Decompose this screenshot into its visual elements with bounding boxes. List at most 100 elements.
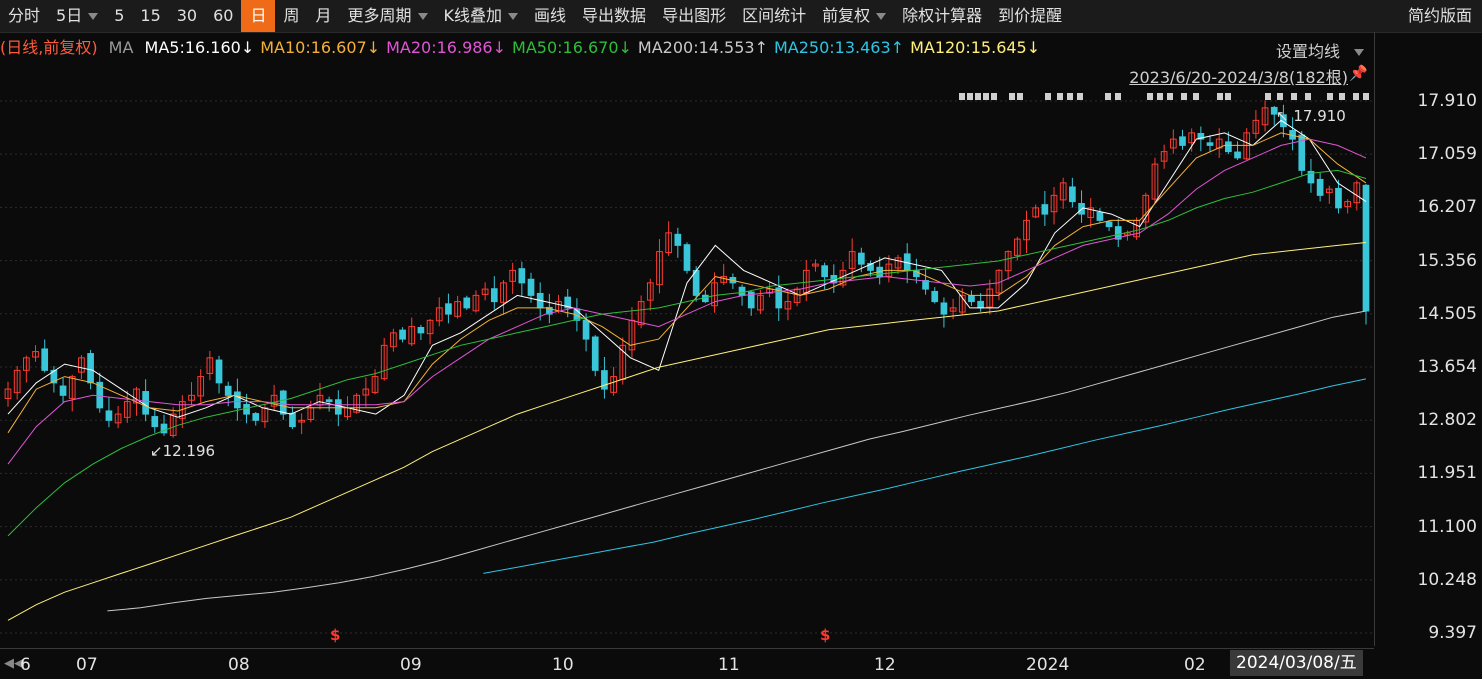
news-marker	[1147, 93, 1153, 100]
x-tick-label: 02	[1184, 655, 1206, 675]
news-marker	[1217, 93, 1223, 100]
candle-body	[968, 295, 975, 303]
x-tick-label: 11	[718, 655, 740, 675]
y-tick-label: 13.654	[1417, 356, 1477, 377]
candle-body	[1362, 184, 1370, 312]
candle-body	[289, 412, 296, 428]
y-tick-label: 16.207	[1417, 197, 1477, 218]
x-tick-label: 10	[552, 655, 574, 675]
ma-line-ma200	[107, 310, 1367, 612]
news-marker	[1265, 93, 1271, 100]
news-marker	[1193, 93, 1199, 100]
candle-body	[243, 403, 250, 415]
news-marker	[1067, 93, 1073, 100]
news-marker	[1327, 93, 1333, 100]
candle-body	[279, 390, 287, 415]
x-tick-label: 08	[228, 655, 250, 675]
x-tick-label: 12	[874, 655, 896, 675]
news-marker	[1077, 93, 1083, 100]
candle-body	[1096, 211, 1104, 221]
y-tick-label: 14.505	[1417, 303, 1477, 324]
news-marker	[1277, 93, 1283, 100]
candle-body	[1069, 186, 1076, 203]
candle-body	[1225, 141, 1232, 153]
x-tick-label: 6	[20, 655, 31, 675]
dividend-marker: $	[330, 626, 340, 644]
candle-body	[325, 399, 333, 403]
y-tick-label: 17.059	[1417, 144, 1477, 165]
candle-body	[234, 391, 241, 409]
x-tick-label: 07	[76, 655, 98, 675]
news-marker	[1363, 93, 1369, 100]
time-axis: ◀◀ 6 07 08 09 10 11 12 2024 02	[0, 648, 1374, 679]
candle-body	[417, 327, 425, 334]
news-marker	[1157, 93, 1163, 100]
ma-line-ma120	[7, 242, 1367, 621]
news-marker	[1009, 93, 1015, 100]
candle-body	[738, 286, 746, 296]
candle-body	[87, 353, 94, 384]
candle-body	[692, 269, 700, 296]
y-tick-label: 11.100	[1417, 516, 1477, 537]
x-tick-label: 2024	[1026, 655, 1070, 675]
candle-body	[1206, 142, 1214, 146]
news-marker	[1167, 93, 1173, 100]
news-marker	[1105, 93, 1111, 100]
candle-body	[977, 300, 984, 309]
candle-body	[591, 336, 599, 371]
candle-body	[1105, 221, 1113, 228]
news-marker	[1045, 93, 1051, 100]
news-marker	[975, 93, 981, 100]
y-tick-label: 12.802	[1417, 410, 1477, 431]
y-tick-label: 17.910	[1417, 91, 1477, 111]
y-tick-label: 10.248	[1417, 569, 1477, 590]
simple-layout-button[interactable]: 简约版面	[1408, 0, 1472, 32]
candle-body	[490, 288, 498, 303]
candle-body	[334, 399, 342, 415]
low-annotation: ↙12.196	[150, 442, 215, 460]
news-marker	[1291, 93, 1297, 100]
candle-body	[931, 290, 939, 303]
news-marker	[1017, 93, 1023, 100]
candle-body	[151, 416, 159, 428]
news-marker	[1115, 93, 1121, 100]
candle-body	[1234, 151, 1241, 159]
candle-body	[821, 265, 828, 278]
news-marker	[1181, 93, 1187, 100]
news-marker	[991, 93, 997, 100]
ma-line-ma50	[7, 169, 1367, 537]
news-marker	[967, 93, 973, 100]
candle-body	[1316, 178, 1324, 196]
candle-body	[674, 233, 682, 246]
news-marker	[983, 93, 989, 100]
candle-body	[1335, 187, 1342, 209]
candle-body	[215, 359, 223, 384]
candle-body	[527, 278, 535, 296]
candle-body	[463, 297, 471, 309]
x-tick-label: 09	[400, 655, 422, 675]
news-marker	[959, 93, 965, 100]
y-tick-label: 11.951	[1417, 463, 1477, 484]
y-tick-label: 15.356	[1417, 250, 1477, 271]
candle-body	[683, 244, 691, 271]
y-tick-label: 9.397	[1428, 623, 1477, 643]
candle-body	[105, 410, 113, 421]
news-marker	[1305, 93, 1311, 100]
candle-body	[41, 348, 49, 371]
dividend-marker: $	[820, 626, 830, 644]
candlestick-chart[interactable]: ↙12.196 ↖ 17.910 $ $	[0, 0, 1374, 648]
candle-body	[142, 391, 149, 415]
candle-body	[1179, 136, 1186, 146]
candle-body	[857, 252, 865, 265]
candle-body	[445, 303, 452, 315]
candle-body	[252, 413, 260, 421]
news-marker	[1057, 93, 1063, 100]
news-marker	[1339, 93, 1345, 100]
candle-body	[1041, 204, 1049, 215]
candle-body	[582, 319, 590, 340]
high-annotation: ↖ 17.910	[1276, 107, 1346, 125]
news-marker	[1225, 93, 1231, 100]
candle-body	[940, 302, 948, 315]
candle-body	[59, 385, 67, 396]
candle-body	[518, 268, 526, 284]
